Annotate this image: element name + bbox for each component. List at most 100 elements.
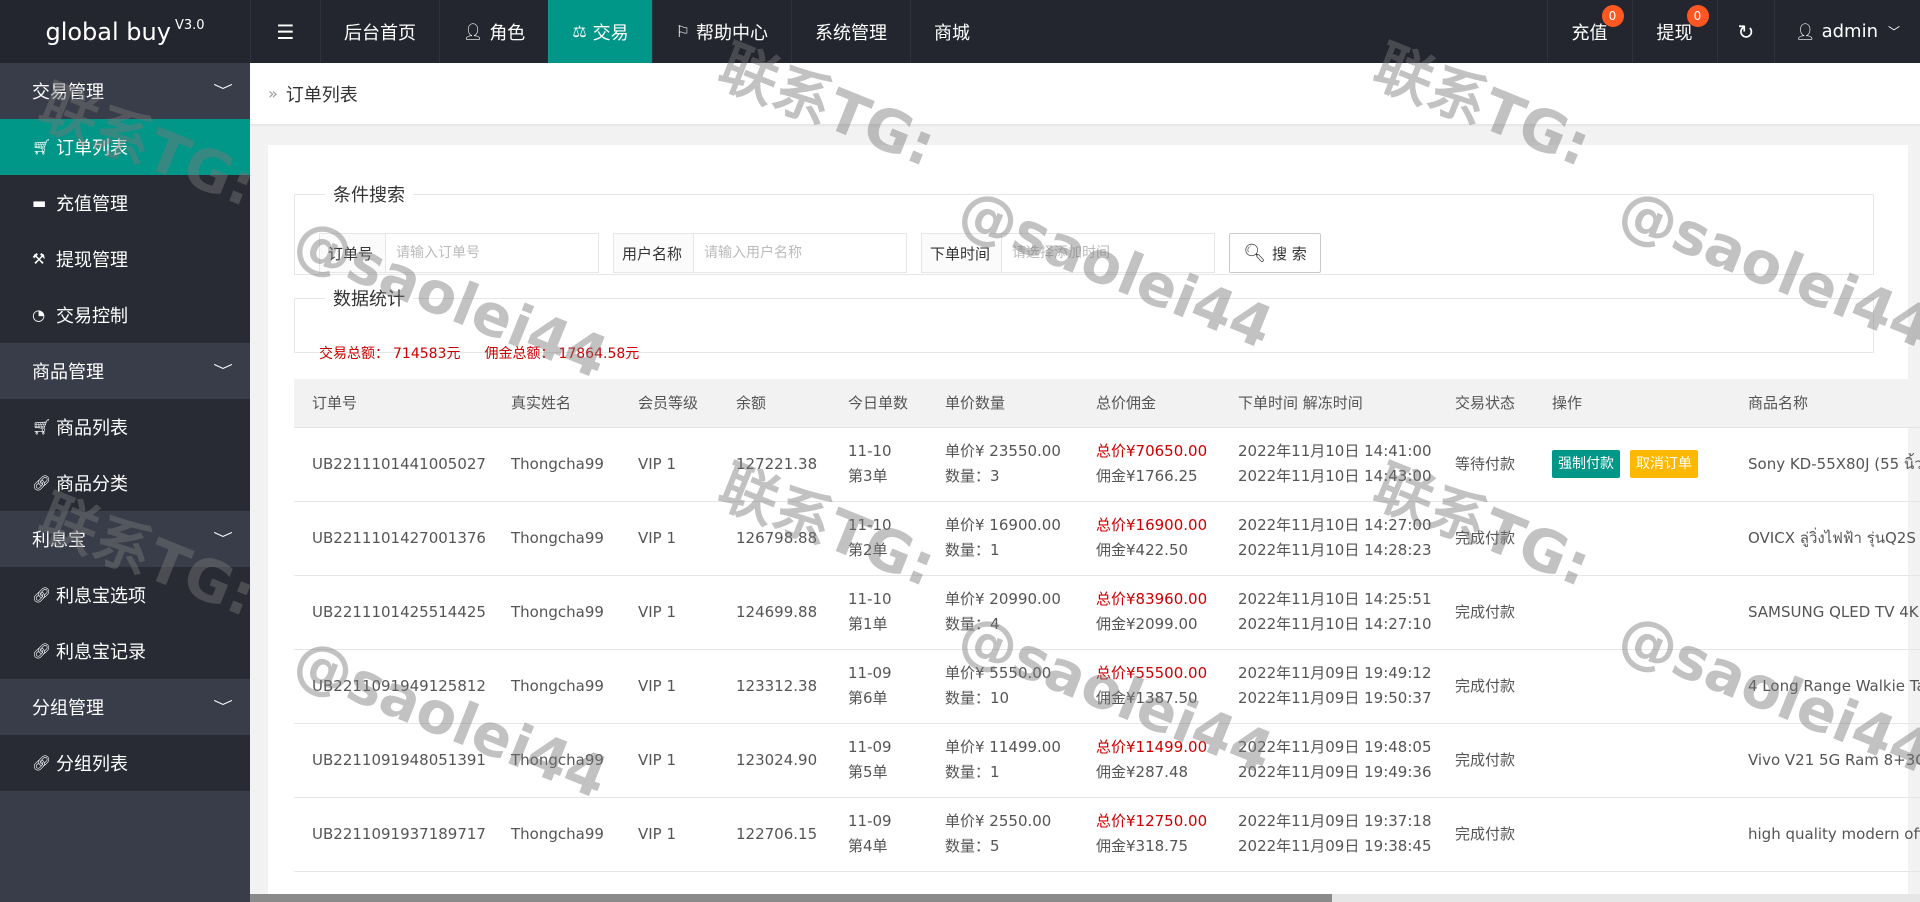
- withdraw-button[interactable]: 提现 0: [1631, 0, 1717, 63]
- table-cell: 完成付款: [1437, 575, 1534, 650]
- table-cell: VIP 1: [620, 649, 718, 724]
- order-date: 11-09: [848, 738, 892, 756]
- table-cell: VIP 1: [620, 723, 718, 798]
- sidebar-item-interest-options[interactable]: 🔗︎ 利息宝选项: [0, 567, 250, 623]
- table-row[interactable]: UB2211091937189717 Thongcha99 VIP 1 122706.…: [294, 797, 1920, 872]
- dashboard-icon: ◔: [32, 306, 46, 324]
- nav-shop[interactable]: 商城: [910, 0, 993, 63]
- search-legend: 条件搜索: [333, 185, 405, 206]
- order-time: 2022年11月09日 19:37:18: [1238, 812, 1432, 830]
- nav-trade[interactable]: ⚖ 交易: [548, 0, 652, 63]
- scale-icon: ⚖: [572, 22, 587, 41]
- table-cell: 11-10 第1单: [830, 575, 927, 650]
- column-header: 真实姓名: [493, 379, 620, 428]
- sidebar-item-recharge[interactable]: ▬ 充值管理: [0, 175, 250, 231]
- table-cell: UB2211101441005027: [294, 427, 493, 502]
- table-cell: Thongcha99: [493, 649, 620, 724]
- table-row[interactable]: UB2211101441005027 Thongcha99 VIP 1 127221.…: [294, 427, 1920, 502]
- username-input[interactable]: [694, 234, 906, 272]
- nav-role[interactable]: 👤︎ 角色: [439, 0, 548, 63]
- sidebar-item-goods-category[interactable]: 🔗︎ 商品分类: [0, 455, 250, 511]
- scrollbar-thumb[interactable]: [250, 894, 1332, 902]
- app-logo[interactable]: global buy V3.0: [0, 0, 250, 63]
- breadcrumb: » 订单列表: [250, 63, 1920, 125]
- commission: 佣金¥287.48: [1096, 763, 1189, 781]
- table-cell: 124699.88: [718, 575, 830, 650]
- sidebar-item-group-list[interactable]: 🔗︎ 分组列表: [0, 735, 250, 791]
- sidebar-group-goods[interactable]: 商品管理 ﹀: [0, 343, 250, 399]
- total-price: 总价¥83960.00: [1096, 590, 1208, 608]
- sidebar-item-interest-records[interactable]: 🔗︎ 利息宝记录: [0, 623, 250, 679]
- table-row[interactable]: UB2211091949125812 Thongcha99 VIP 1 123312.…: [294, 649, 1920, 724]
- unfreeze-time: 2022年11月09日 19:50:37: [1238, 689, 1432, 707]
- right-nav: 充值 0 提现 0 ↻ 👤︎ admin ﹀: [1546, 0, 1920, 63]
- table-cell: 11-10 第3单: [830, 427, 927, 502]
- unit-price: 单价¥ 11499.00: [945, 738, 1061, 756]
- sidebar-item-withdraw[interactable]: ⚒ 提现管理: [0, 231, 250, 287]
- sidebar-group-groups[interactable]: 分组管理 ﹀: [0, 679, 250, 735]
- unit-price: 单价¥ 5550.00: [945, 664, 1052, 682]
- sidebar-item-goods-list[interactable]: 🛒︎ 商品列表: [0, 399, 250, 455]
- member-level: VIP 1: [638, 676, 677, 695]
- order-date: 11-10: [848, 516, 892, 534]
- cancel-order-button[interactable]: 取消订单: [1630, 450, 1698, 478]
- sidebar-item-trade-control[interactable]: ◔ 交易控制: [0, 287, 250, 343]
- sidebar-item-order-list[interactable]: 🛒︎ 订单列表: [0, 119, 250, 175]
- nav-help[interactable]: ⚐ 帮助中心: [651, 0, 791, 63]
- total-price: 总价¥11499.00: [1096, 738, 1208, 756]
- table-cell: 总价¥12750.00 佣金¥318.75: [1078, 797, 1220, 872]
- order-nth: 第1单: [848, 615, 888, 633]
- horizontal-scrollbar[interactable]: [250, 894, 1920, 902]
- username-field: 用户名称: [613, 233, 907, 273]
- table-cell: 126798.88: [718, 501, 830, 576]
- table-cell: high quality modern offi: [1730, 797, 1920, 872]
- order-input[interactable]: [386, 234, 598, 272]
- table-cell: 11-10 第2单: [830, 501, 927, 576]
- table-row[interactable]: UB2211101425514425 Thongcha99 VIP 1 124699.…: [294, 575, 1920, 650]
- search-button[interactable]: 🔍︎ 搜 索: [1229, 233, 1321, 273]
- table-cell: 2022年11月09日 19:49:12 2022年11月09日 19:50:37: [1220, 649, 1437, 724]
- order-date: 11-10: [848, 590, 892, 608]
- sidebar-group-trade[interactable]: 交易管理 ﹀: [0, 63, 250, 119]
- menu-icon: ☰: [276, 19, 295, 44]
- table-cell: 总价¥11499.00 佣金¥287.48: [1078, 723, 1220, 798]
- column-header: 操作: [1534, 379, 1730, 428]
- menu-toggle-button[interactable]: ☰: [250, 0, 320, 63]
- time-input[interactable]: [1002, 234, 1214, 272]
- table-row[interactable]: UB2211101427001376 Thongcha99 VIP 1 126798.…: [294, 501, 1920, 576]
- chevron-down-icon: ﹀: [213, 700, 233, 716]
- version-label: V3.0: [174, 18, 205, 33]
- trade-status: 完成付款: [1455, 676, 1516, 695]
- user-menu[interactable]: 👤︎ admin ﹀: [1774, 0, 1920, 63]
- table-cell: 单价¥ 5550.00 数量：10: [927, 649, 1078, 724]
- nav-home[interactable]: 后台首页: [320, 0, 439, 63]
- table-cell: 单价¥ 11499.00 数量：1: [927, 723, 1078, 798]
- order-nth: 第6单: [848, 689, 888, 707]
- product-name: SAMSUNG QLED TV 4K: [1748, 602, 1919, 621]
- link-icon: 🔗︎: [32, 642, 52, 660]
- force-pay-button[interactable]: 强制付款: [1552, 450, 1620, 478]
- table-row[interactable]: UB2211091948051391 Thongcha99 VIP 1 123024.…: [294, 723, 1920, 798]
- nav-system[interactable]: 系统管理: [791, 0, 910, 63]
- chevron-down-icon: ﹀: [213, 532, 233, 548]
- trade-status: 完成付款: [1455, 528, 1516, 547]
- stats-fieldset: 数据统计 交易总额： 714583元 佣金总额： 17864.58元: [294, 285, 1874, 362]
- table-cell: 总价¥70650.00 佣金¥1766.25: [1078, 427, 1220, 502]
- order-nth: 第5单: [848, 763, 888, 781]
- table-cell: VIP 1: [620, 501, 718, 576]
- table-cell: [1534, 723, 1730, 798]
- refresh-button[interactable]: ↻: [1716, 0, 1775, 63]
- table-header-row: 订单号 真实姓名 会员等级 余额 今日单数 单价数量 总价佣金 下单时间 解冻时间 交易状态 操作…: [294, 379, 1920, 428]
- recharge-button[interactable]: 充值 0: [1546, 0, 1632, 63]
- order-date: 11-10: [848, 442, 892, 460]
- order-label: 订单号: [320, 234, 386, 272]
- table-cell: VIP 1: [620, 427, 718, 502]
- sidebar-group-interest[interactable]: 利息宝 ﹀: [0, 511, 250, 567]
- column-header: 余额: [718, 379, 830, 428]
- table-cell: 123312.38: [718, 649, 830, 724]
- table-cell: VIP 1: [620, 797, 718, 872]
- total-price: 总价¥55500.00: [1096, 664, 1208, 682]
- commission: 佣金¥318.75: [1096, 837, 1189, 855]
- table-cell: Thongcha99: [493, 427, 620, 502]
- total-label: 交易总额：: [319, 346, 389, 362]
